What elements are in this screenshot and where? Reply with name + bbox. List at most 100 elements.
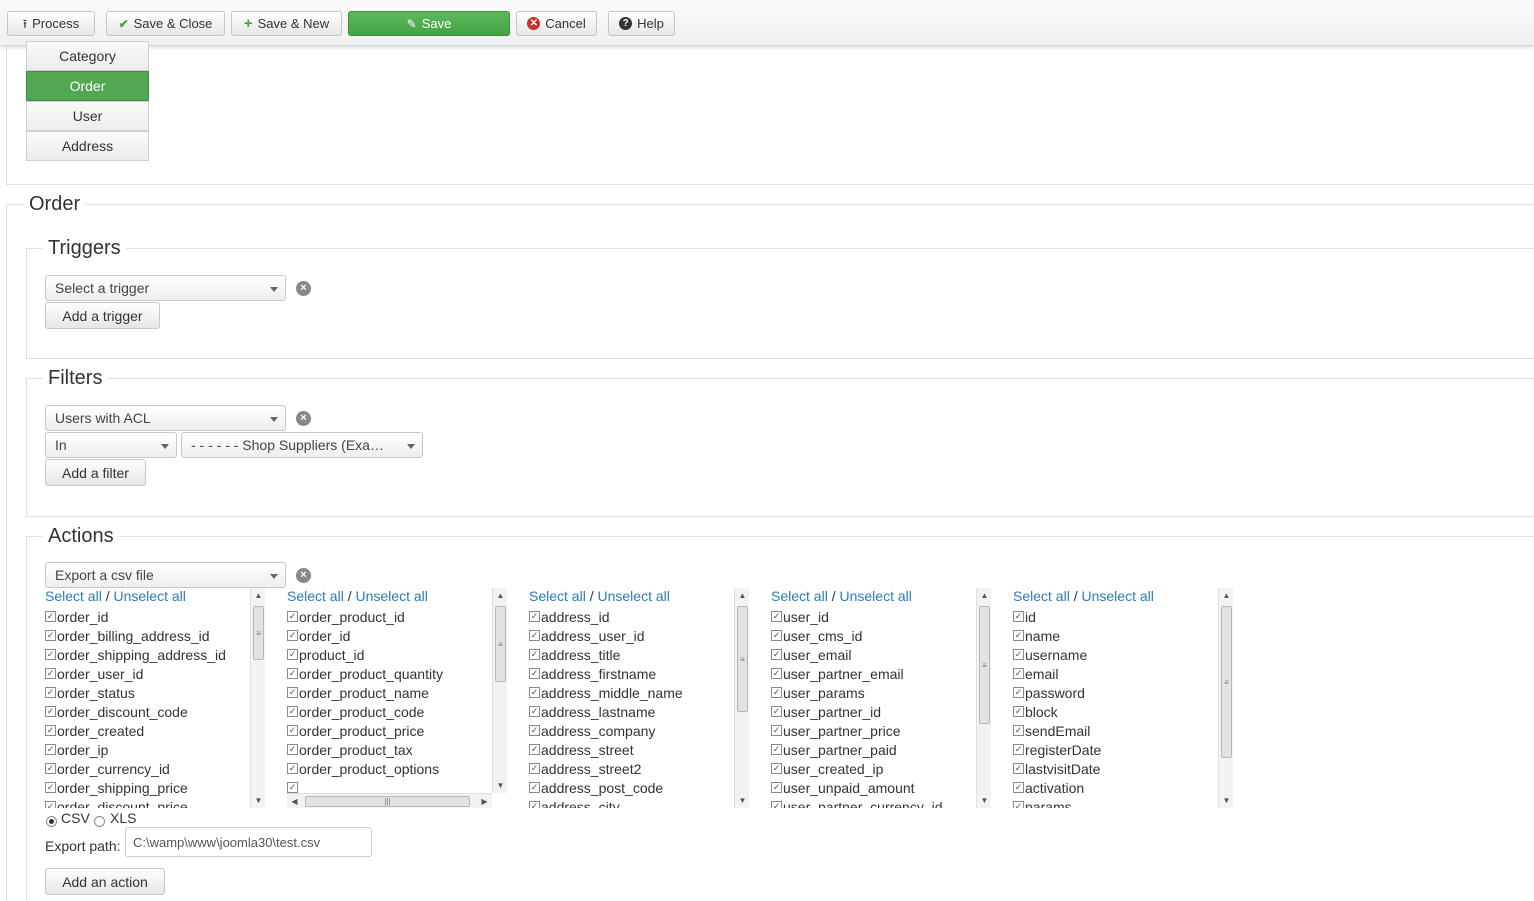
list-item[interactable]: ✓ address_city bbox=[529, 797, 734, 808]
field-checkbox[interactable]: ✓ bbox=[45, 687, 56, 698]
unselect-all-link[interactable]: Unselect all bbox=[839, 588, 911, 604]
add-filter-button[interactable]: Add a filter bbox=[45, 459, 146, 486]
select-all-link[interactable]: Select all bbox=[529, 588, 586, 604]
field-checkbox[interactable]: ✓ bbox=[1013, 725, 1024, 736]
field-checkbox[interactable]: ✓ bbox=[287, 744, 298, 755]
unselect-all-link[interactable]: Unselect all bbox=[113, 588, 185, 604]
list-item[interactable]: ✓ params bbox=[1013, 797, 1218, 808]
field-checkbox[interactable]: ✓ bbox=[771, 611, 782, 622]
field-checkbox[interactable]: ✓ bbox=[771, 687, 782, 698]
list-item[interactable]: ✓ order_id bbox=[287, 626, 492, 645]
field-list[interactable]: ✓ id ✓ name ✓ username ✓ email ✓ password ✓ block ✓ s… bbox=[1013, 607, 1218, 808]
select-all-link[interactable]: Select all bbox=[45, 588, 102, 604]
list-item[interactable]: ✓ order_discount_code bbox=[45, 702, 250, 721]
field-checkbox[interactable]: ✓ bbox=[529, 725, 540, 736]
field-checkbox[interactable]: ✓ bbox=[1013, 649, 1024, 660]
list-item[interactable]: ✓ user_email bbox=[771, 645, 976, 664]
process-button[interactable]: ⭱ Process bbox=[7, 11, 95, 36]
field-checkbox[interactable]: ✓ bbox=[771, 725, 782, 736]
list-item[interactable]: ✓ order_ip bbox=[45, 740, 250, 759]
tab-address[interactable]: Address bbox=[26, 131, 149, 161]
scroll-down-icon[interactable]: ▼ bbox=[977, 793, 992, 808]
field-checkbox[interactable]: ✓ bbox=[45, 744, 56, 755]
list-item[interactable]: ✓ user_partner_email bbox=[771, 664, 976, 683]
clear-filter-icon[interactable]: × bbox=[296, 411, 311, 426]
list-item[interactable]: ✓ order_shipping_address_id bbox=[45, 645, 250, 664]
field-checkbox[interactable]: ✓ bbox=[771, 706, 782, 717]
filter-group-select[interactable]: - - - - - - Shop Suppliers (Exa… bbox=[181, 432, 423, 458]
filter-operator-select[interactable]: In bbox=[45, 432, 177, 458]
field-checkbox[interactable]: ✓ bbox=[771, 763, 782, 774]
trigger-select[interactable]: Select a trigger bbox=[45, 275, 286, 301]
field-checkbox[interactable]: ✓ bbox=[771, 782, 782, 793]
scroll-up-icon[interactable]: ▲ bbox=[735, 588, 750, 603]
xls-radio[interactable] bbox=[94, 816, 105, 827]
list-item[interactable]: ✓ id bbox=[1013, 607, 1218, 626]
field-list[interactable]: ✓ address_id ✓ address_user_id ✓ address_titl… bbox=[529, 607, 734, 808]
list-item[interactable]: ✓ order_product_id bbox=[287, 607, 492, 626]
field-checkbox[interactable]: ✓ bbox=[45, 668, 56, 679]
field-checkbox[interactable]: ✓ bbox=[1013, 611, 1024, 622]
scroll-down-icon[interactable]: ▼ bbox=[493, 778, 508, 793]
field-checkbox[interactable]: ✓ bbox=[287, 687, 298, 698]
list-item[interactable]: ✓ address_user_id bbox=[529, 626, 734, 645]
select-all-link[interactable]: Select all bbox=[287, 588, 344, 604]
scroll-up-icon[interactable]: ▲ bbox=[977, 588, 992, 603]
tab-order[interactable]: Order bbox=[26, 71, 149, 101]
list-item[interactable]: ✓ name bbox=[1013, 626, 1218, 645]
field-checkbox[interactable]: ✓ bbox=[529, 801, 540, 808]
field-checkbox[interactable]: ✓ bbox=[771, 649, 782, 660]
field-checkbox[interactable]: ✓ bbox=[771, 668, 782, 679]
field-checkbox[interactable]: ✓ bbox=[287, 630, 298, 641]
list-item[interactable]: ✓ order_product_code bbox=[287, 702, 492, 721]
list-item[interactable]: ✓ address_lastname bbox=[529, 702, 734, 721]
field-checkbox[interactable]: ✓ bbox=[1013, 668, 1024, 679]
field-checkbox[interactable]: ✓ bbox=[287, 725, 298, 736]
scroll-thumb[interactable]: ≡ bbox=[1221, 606, 1232, 758]
vertical-scrollbar[interactable]: ▲ ≡ ▼ bbox=[250, 588, 265, 808]
field-checkbox[interactable]: ✓ bbox=[771, 744, 782, 755]
list-item[interactable]: ✓ order_product_name bbox=[287, 683, 492, 702]
scroll-thumb[interactable]: ≡ bbox=[253, 606, 264, 660]
field-checkbox[interactable]: ✓ bbox=[529, 668, 540, 679]
field-checkbox[interactable]: ✓ bbox=[45, 782, 56, 793]
scroll-up-icon[interactable]: ▲ bbox=[251, 588, 266, 603]
horizontal-scrollbar[interactable]: ◀ ||| ▶ bbox=[287, 793, 492, 808]
vertical-scrollbar[interactable]: ▲ ≡ ▼ bbox=[976, 588, 991, 808]
tab-category[interactable]: Category bbox=[26, 41, 149, 71]
select-all-link[interactable]: Select all bbox=[771, 588, 828, 604]
list-item[interactable]: ✓ user_partner_id bbox=[771, 702, 976, 721]
field-checkbox[interactable]: ✓ bbox=[287, 763, 298, 774]
list-item[interactable]: ✓ order_product_tax bbox=[287, 740, 492, 759]
list-item[interactable]: ✓ order_billing_address_id bbox=[45, 626, 250, 645]
vertical-scrollbar[interactable]: ▲ ≡ ▼ bbox=[734, 588, 749, 808]
field-checkbox[interactable]: ✓ bbox=[1013, 630, 1024, 641]
list-item[interactable]: ✓ email bbox=[1013, 664, 1218, 683]
unselect-all-link[interactable]: Unselect all bbox=[1081, 588, 1153, 604]
clear-action-icon[interactable]: × bbox=[296, 568, 311, 583]
field-checkbox[interactable]: ✓ bbox=[45, 801, 56, 808]
add-action-button[interactable]: Add an action bbox=[45, 868, 165, 895]
action-select[interactable]: Export a csv file bbox=[45, 562, 286, 588]
list-item[interactable]: ✓ product_id bbox=[287, 645, 492, 664]
field-checkbox[interactable]: ✓ bbox=[1013, 744, 1024, 755]
export-path-input[interactable] bbox=[125, 827, 372, 857]
field-checkbox[interactable]: ✓ bbox=[287, 611, 298, 622]
list-item[interactable]: ✓ address_firstname bbox=[529, 664, 734, 683]
list-item[interactable]: ✓ sendEmail bbox=[1013, 721, 1218, 740]
field-list[interactable]: ✓ order_product_id ✓ order_id ✓ product_id ✓ or… bbox=[287, 607, 492, 793]
field-checkbox[interactable]: ✓ bbox=[1013, 706, 1024, 717]
list-item[interactable]: ✓ user_cms_id bbox=[771, 626, 976, 645]
list-item[interactable]: ✓ user_partner_currency_id bbox=[771, 797, 976, 808]
scroll-right-icon[interactable]: ▶ bbox=[477, 794, 492, 809]
field-checkbox[interactable]: ✓ bbox=[529, 763, 540, 774]
list-item[interactable]: ✓ order_status bbox=[45, 683, 250, 702]
list-item[interactable]: ✓ address_id bbox=[529, 607, 734, 626]
list-item[interactable]: ✓ address_middle_name bbox=[529, 683, 734, 702]
cancel-button[interactable]: ✕ Cancel bbox=[516, 11, 597, 36]
field-checkbox[interactable]: ✓ bbox=[529, 649, 540, 660]
scroll-thumb[interactable]: ≡ bbox=[495, 606, 506, 682]
csv-radio[interactable] bbox=[46, 816, 57, 827]
field-checkbox[interactable]: ✓ bbox=[45, 725, 56, 736]
scroll-down-icon[interactable]: ▼ bbox=[251, 793, 266, 808]
